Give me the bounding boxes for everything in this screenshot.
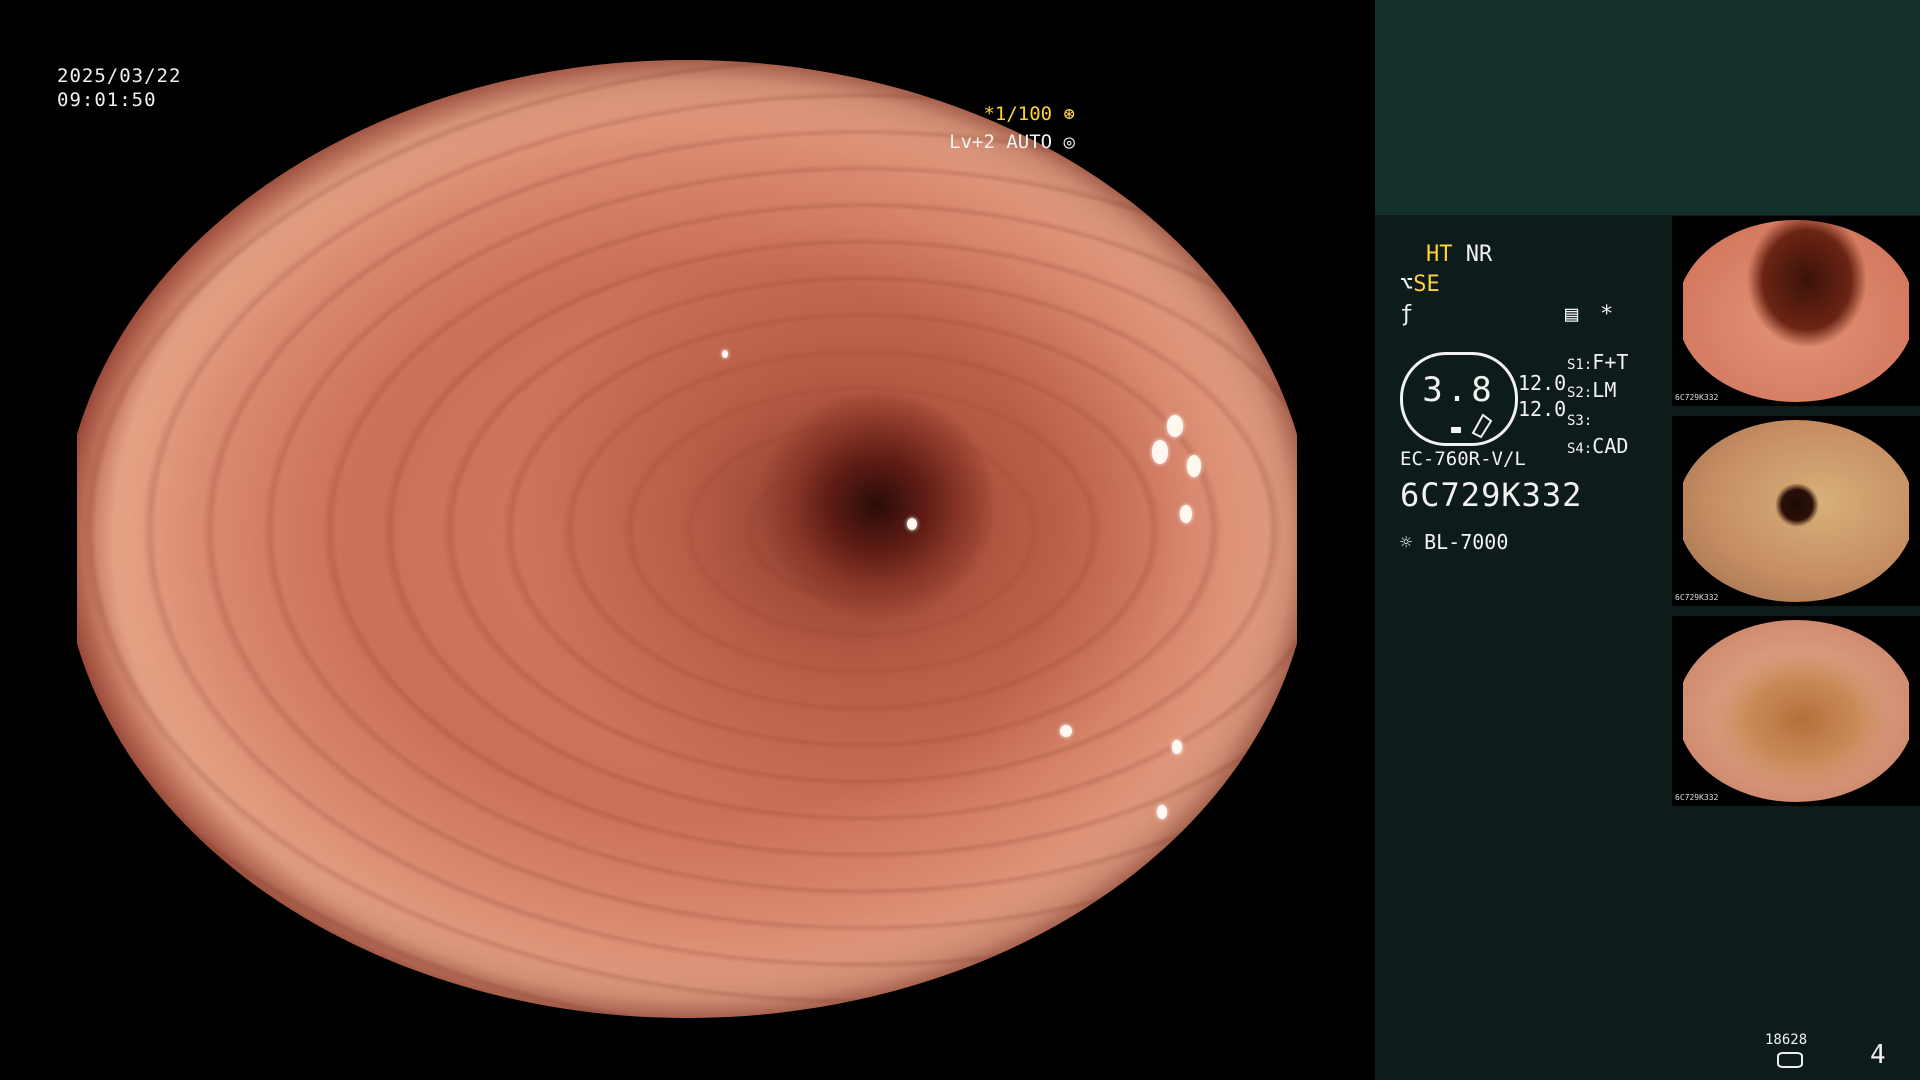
light-source: ☼ BL-7000	[1400, 530, 1508, 554]
switch-s4: S4:CAD	[1567, 434, 1629, 458]
gauge-line-1: 12.0	[1518, 371, 1567, 395]
captured-thumbnail-3[interactable]: 6C729K332	[1672, 616, 1920, 806]
zoom-value: 3.8	[1422, 370, 1496, 410]
menu-icon: ▤	[1565, 302, 1579, 327]
asterisk-mark: *	[1600, 302, 1614, 327]
specular-highlight	[1172, 740, 1182, 754]
scope-model: EC-760R-V/L	[1400, 448, 1526, 470]
nr-mode: NR	[1465, 242, 1493, 267]
shutter-text: *1/100	[983, 103, 1053, 125]
gauge-readout: 12.0 12.0	[1518, 370, 1566, 422]
endoscopic-image	[77, 60, 1297, 1018]
thumbnail-image	[1683, 220, 1909, 402]
switch-s3: S3:	[1567, 413, 1593, 429]
specular-highlight	[1180, 505, 1192, 523]
iris-icon: ◎	[1063, 131, 1075, 153]
captured-thumbnail-1[interactable]: 6C729K332	[1672, 216, 1920, 406]
light-source-text: BL-7000	[1424, 530, 1509, 554]
specular-highlight	[1187, 455, 1201, 477]
thumbnail-label: 6C729K332	[1675, 793, 1719, 802]
gauge-line-2: 12.0	[1518, 397, 1567, 421]
light-source-icon: ☼	[1400, 530, 1413, 554]
specular-highlight	[1152, 440, 1168, 464]
scope-serial: 6C729K332	[1400, 476, 1583, 514]
thumbnail-label: 6C729K332	[1675, 593, 1719, 602]
time-text: 09:01:50	[57, 89, 157, 111]
ht-mode: HT	[1426, 242, 1453, 267]
specular-highlight	[1060, 725, 1072, 737]
specular-highlight	[1167, 415, 1183, 437]
specular-highlight	[722, 350, 728, 358]
datetime-readout: 2025/03/22 09:01:50	[57, 64, 181, 112]
thumbnail-image	[1683, 420, 1909, 602]
specular-highlight	[1157, 805, 1167, 819]
processing-modes: HT NR ⌥SE ƒ ▤ *	[1400, 240, 1670, 330]
exposure-readout: *1/100 ⊛ Lv+2 AUTO ◎	[949, 100, 1075, 156]
color-enhance-icon: ƒ	[1400, 302, 1414, 327]
se-mode: SE	[1413, 272, 1440, 297]
aperture-icon: ⊛	[1063, 103, 1075, 125]
structure-enhance-icon: ⌥	[1400, 272, 1414, 297]
level-text: Lv+2 AUTO	[949, 131, 1053, 153]
thumbnail-image	[1683, 620, 1909, 802]
switch-s2: S2:LM	[1567, 378, 1617, 402]
scope-switch-settings: S1:F+T S2:LM S3: S4:CAD	[1567, 350, 1628, 462]
specular-highlight	[907, 518, 917, 530]
captured-thumbnail-2[interactable]: 6C729K332	[1672, 416, 1920, 606]
storage-count: 18628	[1765, 1032, 1808, 1048]
info-panel-header	[1375, 0, 1920, 215]
switch-s1: S1:F+T	[1567, 350, 1629, 374]
thumbnail-label: 6C729K332	[1675, 393, 1719, 402]
page-number: 4	[1870, 1040, 1886, 1070]
storage-icon	[1777, 1052, 1803, 1068]
date-text: 2025/03/22	[57, 65, 182, 87]
